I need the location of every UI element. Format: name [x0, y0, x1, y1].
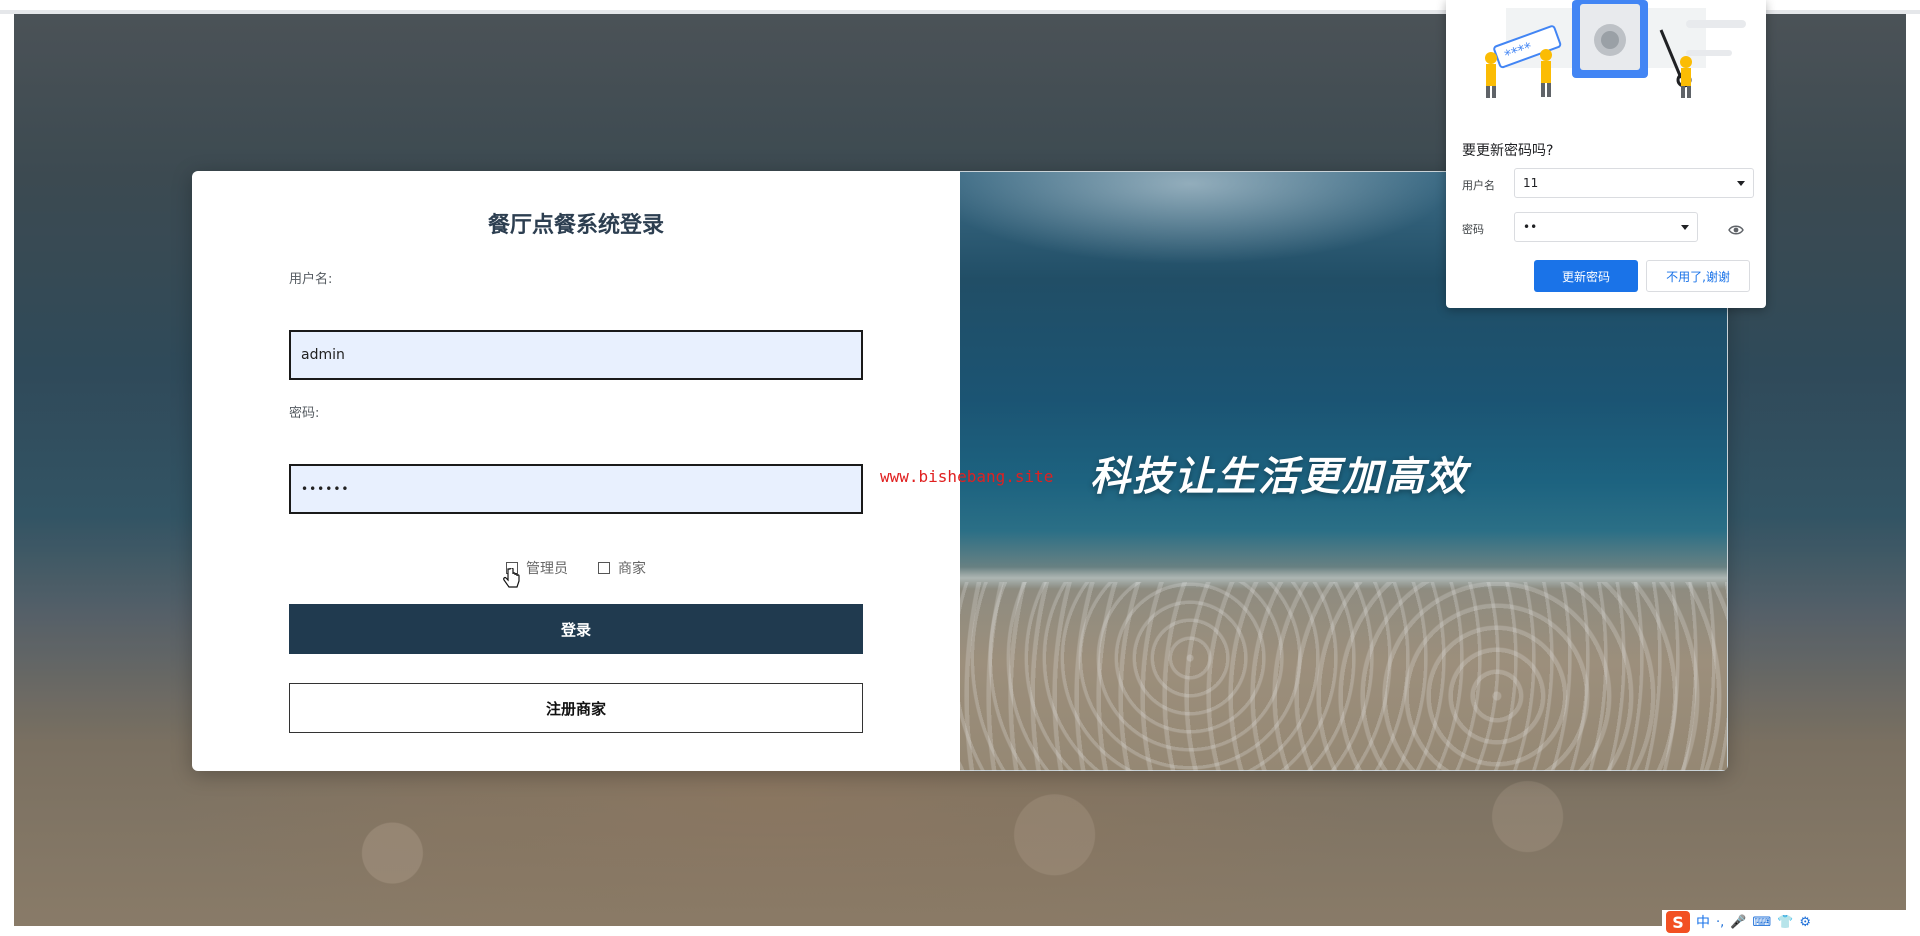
username-input[interactable] — [289, 330, 863, 380]
skin-icon[interactable]: 👕 — [1777, 915, 1793, 930]
chevron-down-icon — [1681, 224, 1689, 230]
punctuation-icon[interactable]: ·, — [1716, 915, 1724, 930]
ime-toolbar: S 中 ·, 🎤 ⌨ 👕 ⚙ — [1662, 910, 1912, 934]
ime-mode-toggle[interactable]: 中 — [1696, 912, 1710, 932]
role-merchant-label: 商家 — [618, 561, 646, 577]
popup-password-select[interactable]: •• — [1514, 212, 1698, 242]
password-update-popup: **** 要更新密码吗? 用户名 11 密码 •• 更新密码 不用了,谢谢 — [1446, 0, 1766, 308]
microphone-icon[interactable]: 🎤 — [1730, 915, 1746, 930]
popup-username-select[interactable]: 11 — [1514, 168, 1754, 198]
dismiss-button[interactable]: 不用了,谢谢 — [1646, 260, 1750, 292]
popup-username-value: 11 — [1523, 176, 1539, 190]
popup-password-value: •• — [1523, 220, 1538, 234]
role-merchant[interactable]: 商家 — [598, 558, 646, 578]
popup-password-label: 密码 — [1462, 223, 1484, 236]
username-label: 用户名: — [289, 272, 333, 287]
page-title: 餐厅点餐系统登录 — [487, 213, 664, 238]
role-admin-label: 管理员 — [526, 561, 568, 577]
role-selector: 管理员 商家 — [192, 558, 960, 578]
chevron-down-icon — [1737, 180, 1745, 186]
update-password-button[interactable]: 更新密码 — [1534, 260, 1638, 292]
popup-heading: 要更新密码吗? — [1462, 143, 1554, 159]
hand-cursor-icon — [502, 567, 520, 595]
merchant-checkbox[interactable] — [598, 562, 610, 574]
password-label: 密码: — [289, 406, 320, 421]
watermark-text: www.bishebang.site — [880, 467, 1054, 486]
login-button[interactable]: 登录 — [289, 604, 863, 654]
settings-gear-icon[interactable]: ⚙ — [1799, 915, 1811, 930]
password-illustration: **** — [1446, 0, 1766, 115]
sogou-logo-icon[interactable]: S — [1666, 911, 1690, 933]
password-input[interactable]: •••••• — [289, 464, 863, 514]
popup-username-label: 用户名 — [1462, 179, 1495, 192]
register-merchant-button[interactable]: 注册商家 — [289, 683, 863, 733]
screen: 餐厅点餐系统登录 用户名: 密码: •••••• 管理员 商家 — [0, 0, 1920, 936]
hero-slogan: 科技让生活更加高效 — [1090, 454, 1468, 500]
keyboard-icon[interactable]: ⌨ — [1752, 915, 1771, 930]
login-form-panel: 餐厅点餐系统登录 用户名: 密码: •••••• 管理员 商家 — [192, 171, 960, 771]
show-password-eye-icon[interactable] — [1728, 221, 1744, 235]
